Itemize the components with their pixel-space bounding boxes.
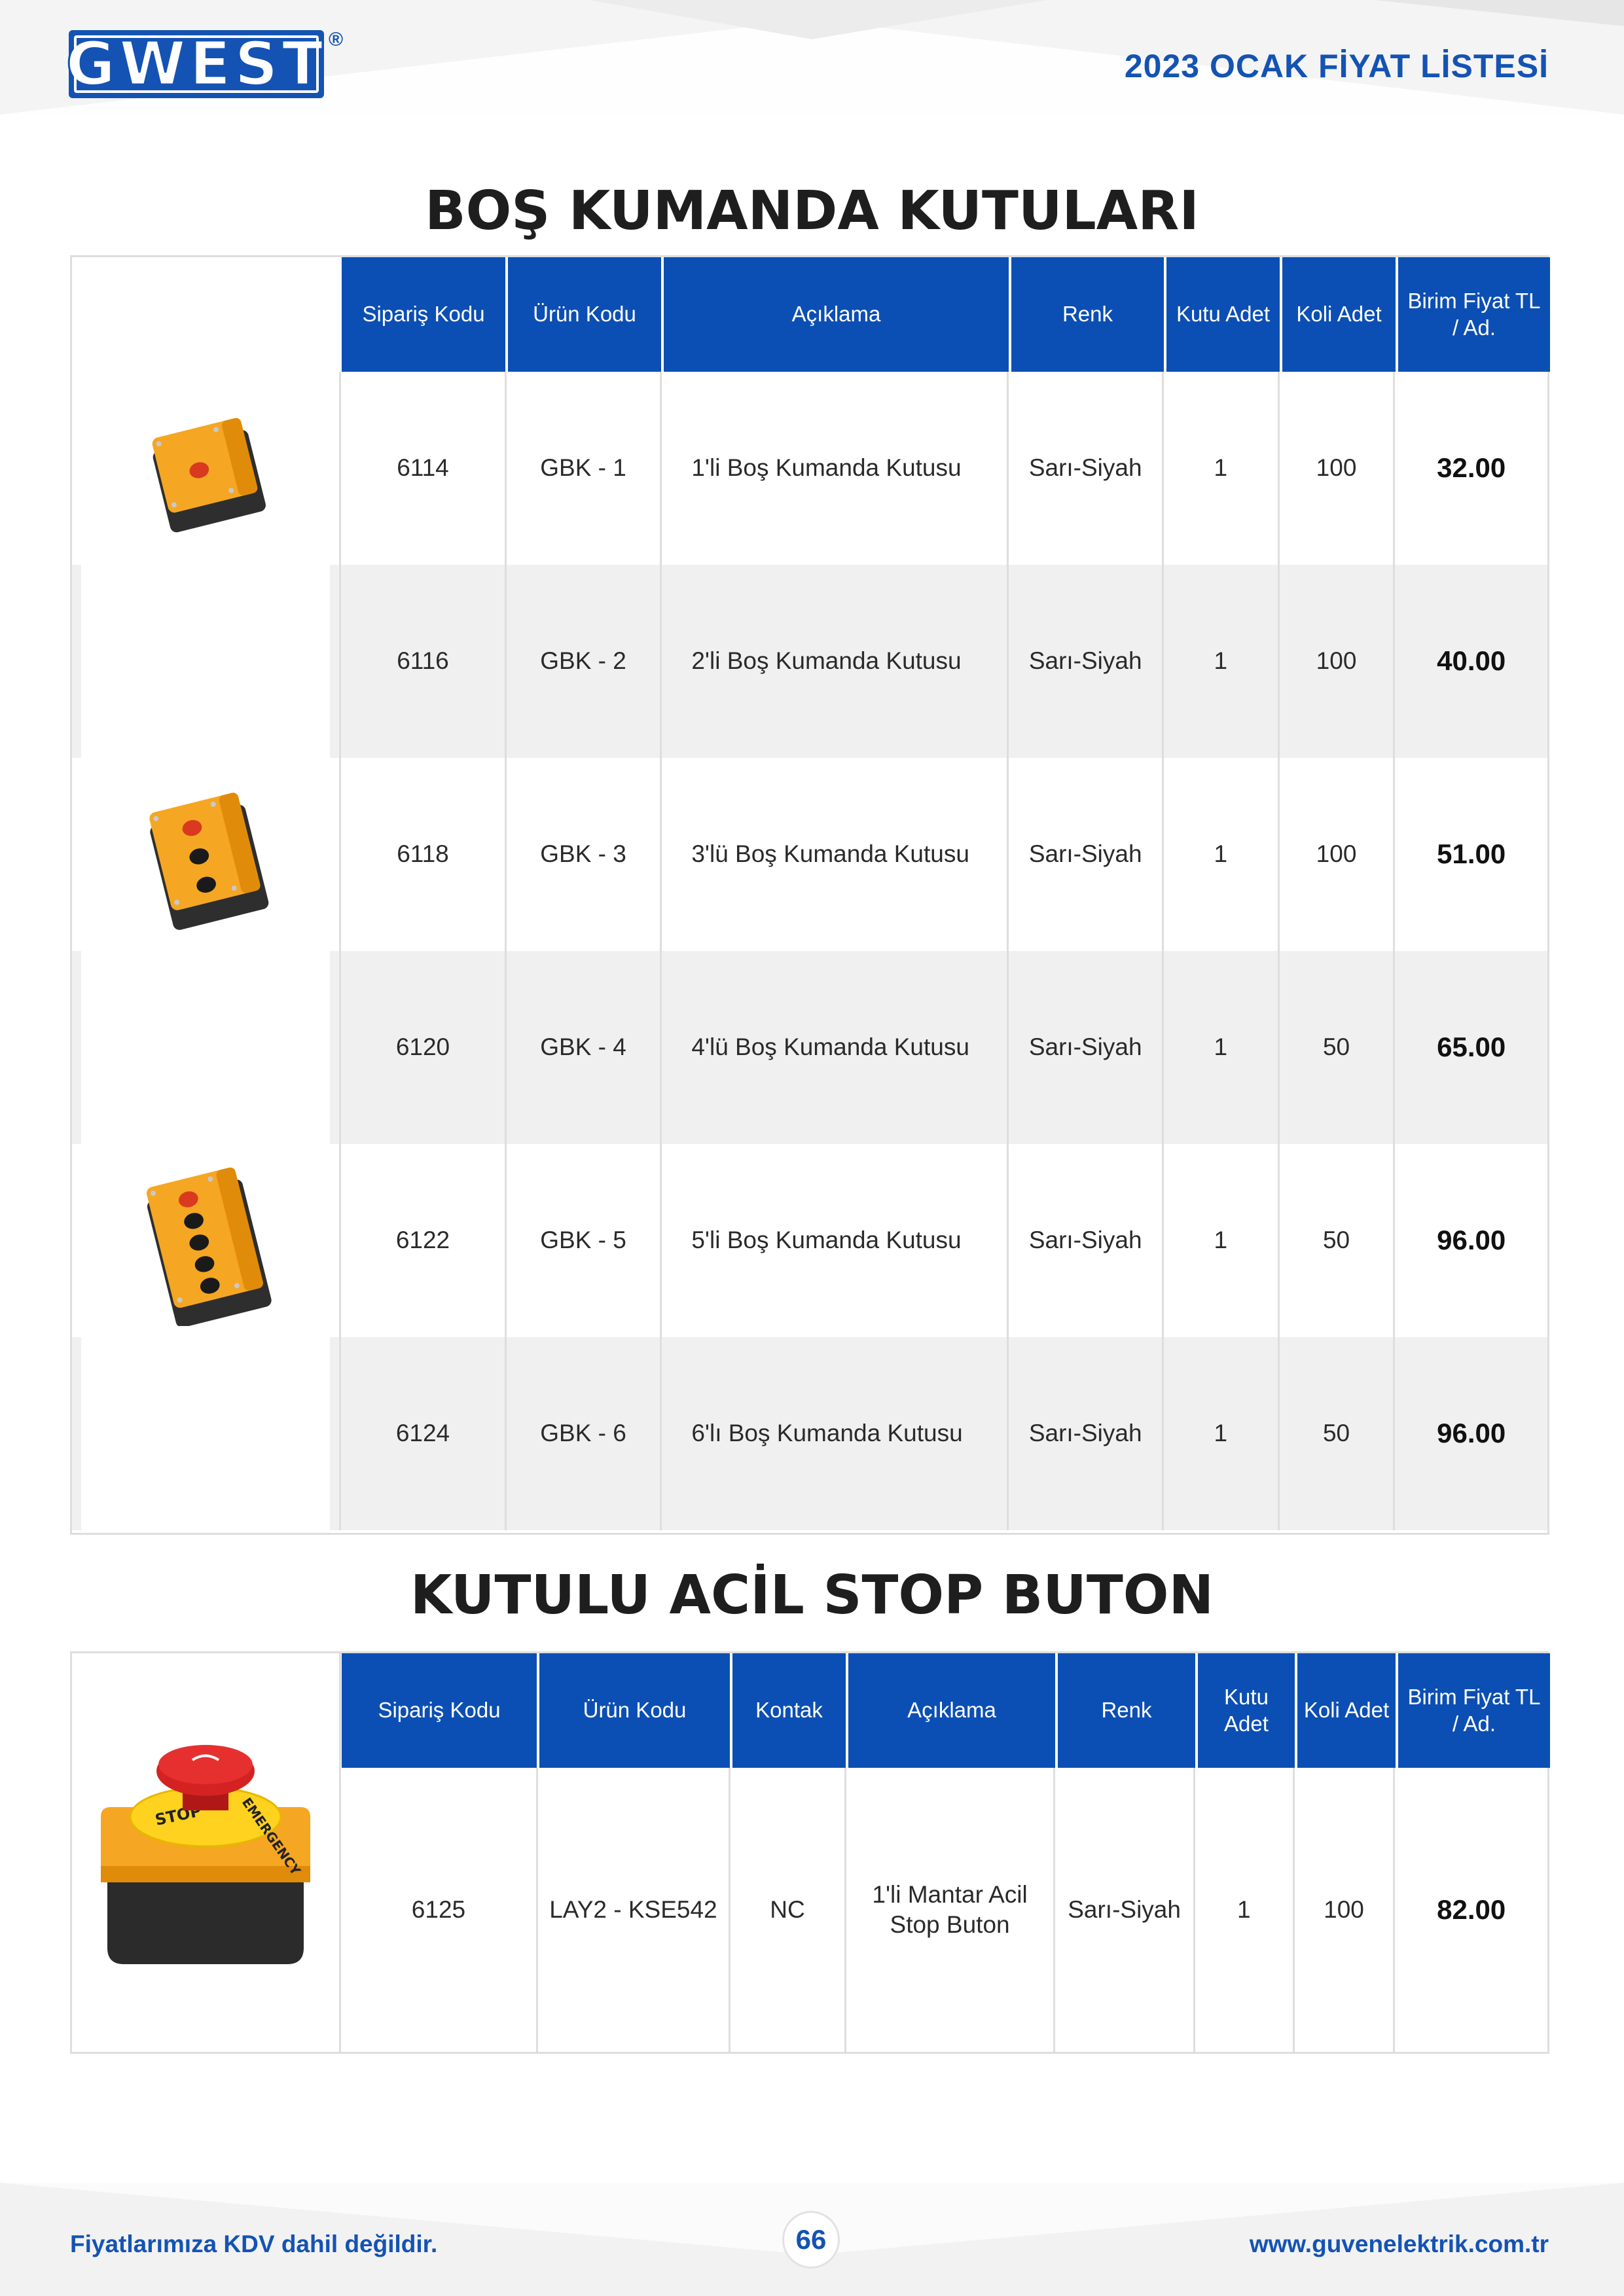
col-header-renk: Renk [1009,257,1164,372]
cell-koli: 50 [1277,951,1394,1144]
col-header-fiyat: Birim Fiyat TL / Ad. [1396,257,1550,372]
price-list-title: 2023 OCAK FİYAT LİSTESİ [1124,48,1549,84]
control-boxes-table: Sipariş Kodu Ürün Kodu Açıklama Renk Kut… [70,255,1550,1535]
cell-siparis: 6120 [395,1033,450,1061]
page-number: 66 [782,2211,840,2269]
col-header-urun: Ürün Kodu [537,1653,730,1768]
cell-urun: GBK - 6 [504,1337,660,1530]
cell-renk: Sarı-Siyah [1007,372,1162,565]
product-image-cell [72,1337,342,1530]
cell-fiyat: 96.00 [1393,1144,1547,1337]
cell-aciklama: 6'lı Boş Kumanda Kutusu [660,1337,1007,1530]
website-link[interactable]: www.guvenelektrik.com.tr [1250,2231,1549,2258]
control-box-image [147,1167,272,1326]
col-header-fiyat: Birim Fiyat TL / Ad. [1396,1653,1550,1768]
cell-renk: Sarı-Siyah [1007,1144,1162,1337]
col-header-koli: Koli Adet [1280,257,1396,372]
cell-siparis: 6124 [395,1420,450,1447]
cell-fiyat: 32.00 [1393,372,1547,565]
cell-urun: LAY2 - KSE542 [535,1768,729,2052]
cell-siparis: 6122 [395,1227,450,1254]
cell-aciklama: 2'li Boş Kumanda Kutusu [660,565,1007,758]
col-header-koli: Koli Adet [1295,1653,1396,1768]
product-image-cell [72,758,342,951]
cell-fiyat: 51.00 [1393,758,1547,951]
cell-urun: GBK - 1 [504,372,660,565]
cell-renk: Sarı-Siyah [1053,1768,1193,2052]
cell-kutu: 1 [1161,372,1278,565]
cell-kutu: 1 [1193,1768,1293,2052]
cell-kutu: 1 [1161,1144,1278,1337]
cell-koli: 100 [1292,1768,1394,2052]
cell-urun: GBK - 3 [504,758,660,951]
col-header-aciklama: Açıklama [846,1653,1055,1768]
section-title-control-boxes: BOŞ KUMANDA KUTULARI [425,180,1199,242]
table-header-row: Sipariş Kodu Ürün Kodu Kontak Açıklama R… [342,1653,1550,1768]
table-row: 6116 GBK - 2 2'li Boş Kumanda Kutusu Sarı-S… [72,565,1547,758]
product-image-cell [72,565,342,758]
col-header-kontak: Kontak [730,1653,846,1768]
section-title-emergency-stop: KUTULU ACİL STOP BUTON [410,1564,1214,1626]
cell-urun: GBK - 4 [504,951,660,1144]
cell-kutu: 1 [1161,758,1278,951]
emergency-stop-table: Sipariş Kodu Ürün Kodu Kontak Açıklama R… [70,1651,1550,2054]
cell-aciklama: 3'lü Boş Kumanda Kutusu [660,758,1007,951]
table-row: STOP EMERGENCY 6125 LAY2 - KSE542 NC 1'l… [72,1653,1547,2052]
table-header-row: Sipariş Kodu Ürün Kodu Açıklama Renk Kut… [342,257,1550,372]
cell-fiyat: 82.00 [1393,1768,1547,2052]
col-header-kutu: Kutu Adet [1195,1653,1295,1768]
control-box-image [152,418,266,532]
cell-koli: 50 [1277,1144,1394,1337]
table-row: 6114 GBK - 1 1'li Boş Kumanda Kutusu Sarı-S… [72,372,1547,565]
cell-koli: 50 [1277,1337,1394,1530]
cell-renk: Sarı-Siyah [1007,758,1162,951]
table-row: 6120 GBK - 4 4'lü Boş Kumanda Kutusu Sarı-S… [72,951,1547,1144]
emergency-stop-box-image: STOP EMERGENCY [101,1744,311,1964]
cell-urun: GBK - 5 [504,1144,660,1337]
product-image-cell [72,372,342,565]
cell-urun: GBK - 2 [504,565,660,758]
gwest-logo: GWEST [65,29,327,99]
cell-koli: 100 [1277,565,1394,758]
product-image-cell: STOP EMERGENCY [72,1653,342,2052]
table-row: 6118 GBK - 3 3'lü Boş Kumanda Kutusu Sarı-S… [72,758,1547,951]
cell-siparis: 6125 [411,1895,466,1923]
col-header-renk: Renk [1055,1653,1195,1768]
vat-note: Fiyatlarımıza KDV dahil değildir. [70,2231,438,2257]
col-header-kutu: Kutu Adet [1164,257,1280,372]
cell-aciklama: 4'lü Boş Kumanda Kutusu [660,951,1007,1144]
cell-aciklama: 5'li Boş Kumanda Kutusu [660,1144,1007,1337]
cell-renk: Sarı-Siyah [1007,565,1162,758]
cell-siparis: 6114 [397,454,449,482]
cell-fiyat: 96.00 [1393,1337,1547,1530]
table-row: 6124 GBK - 6 6'lı Boş Kumanda Kutusu Sarı-S… [72,1337,1547,1530]
registered-mark: ® [329,29,344,50]
cell-renk: Sarı-Siyah [1007,1337,1162,1530]
cell-aciklama: 1'li Mantar Acil Stop Buton [844,1768,1053,2052]
cell-siparis: 6118 [397,840,449,868]
cell-kutu: 1 [1161,951,1278,1144]
cell-fiyat: 40.00 [1393,565,1547,758]
col-header-siparis: Sipariş Kodu [342,1653,537,1768]
cell-koli: 100 [1277,372,1394,565]
cell-aciklama: 1'li Boş Kumanda Kutusu [660,372,1007,565]
cell-fiyat: 65.00 [1393,951,1547,1144]
col-header-siparis: Sipariş Kodu [342,257,505,372]
cell-renk: Sarı-Siyah [1007,951,1162,1144]
cell-kutu: 1 [1161,1337,1278,1530]
control-box-image [149,792,269,930]
table-row: 6122 GBK - 5 5'li Boş Kumanda Kutusu Sarı-S… [72,1144,1547,1337]
cell-siparis: 6116 [397,647,449,675]
col-header-urun: Ürün Kodu [505,257,661,372]
cell-kontak: NC [729,1768,844,2052]
col-header-aciklama: Açıklama [661,257,1009,372]
product-image-cell [72,951,342,1144]
product-image-cell [72,1144,342,1337]
cell-kutu: 1 [1161,565,1278,758]
cell-koli: 100 [1277,758,1394,951]
